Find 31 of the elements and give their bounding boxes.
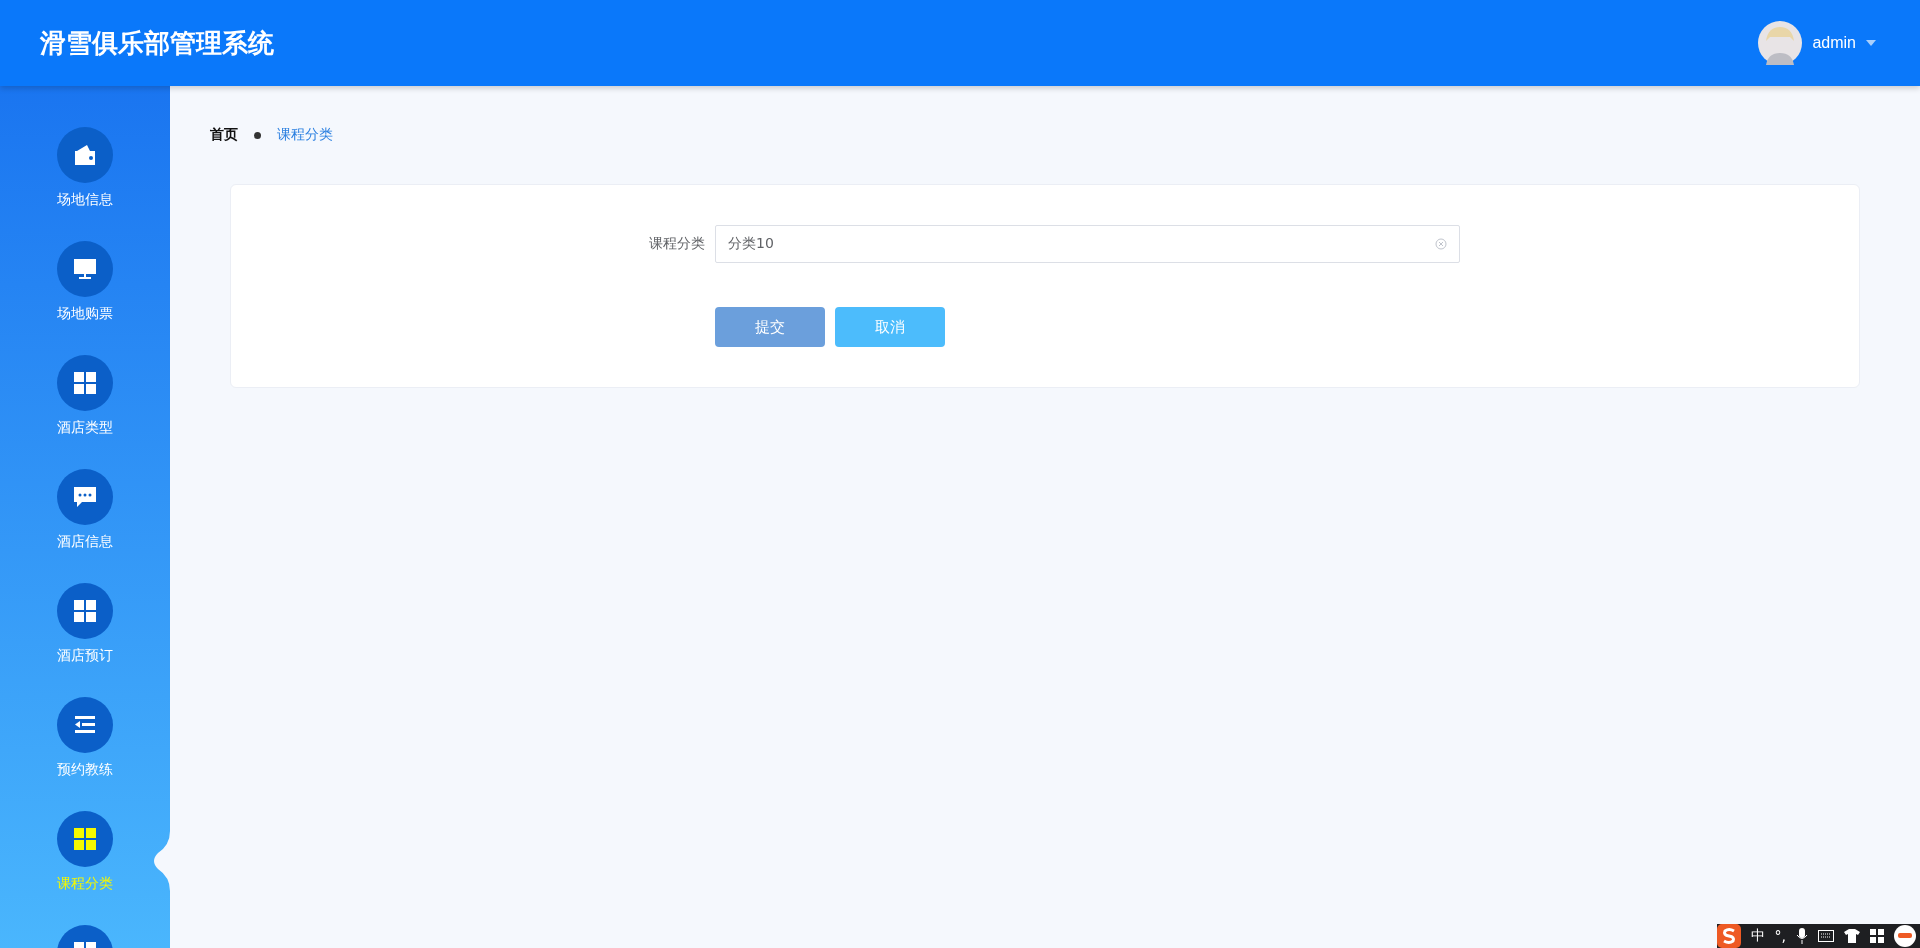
breadcrumb-link[interactable]: 课程分类: [277, 126, 333, 144]
sidebar-item[interactable]: 场地信息: [0, 127, 170, 241]
submit-button[interactable]: 提交: [715, 307, 825, 347]
sidebar-item[interactable]: 预约教练: [0, 697, 170, 811]
caret-icon[interactable]: [1866, 40, 1876, 46]
keyboard-icon[interactable]: [1818, 930, 1834, 942]
grid-icon: [72, 598, 98, 624]
sidebar-item[interactable]: 酒店信息: [0, 469, 170, 583]
app-title: 滑雪俱乐部管理系统: [40, 26, 274, 60]
grid-icon[interactable]: [1870, 929, 1884, 943]
breadcrumb-link[interactable]: 首页: [210, 126, 238, 144]
shirt-icon[interactable]: [1844, 929, 1860, 943]
field-label: 课程分类: [648, 235, 706, 253]
microphone-icon[interactable]: [1796, 928, 1808, 944]
cancel-button[interactable]: 取消: [835, 307, 945, 347]
wallet-icon: [72, 142, 98, 168]
separator-dot-icon: [254, 131, 261, 139]
grid-icon: [72, 370, 98, 396]
sidebar-item[interactable]: 场地购票: [0, 241, 170, 355]
grid-icon: [72, 826, 98, 852]
avatar-icon[interactable]: [1758, 21, 1803, 65]
sidebar-item[interactable]: 酒店预订: [0, 583, 170, 697]
sidebar-item[interactable]: 酒店类型: [0, 355, 170, 469]
chat-icon: [72, 484, 98, 510]
input-field[interactable]: 分类10: [715, 225, 1460, 263]
ime-mode[interactable]: 中: [1750, 927, 1765, 945]
monitor-icon: [72, 256, 98, 282]
ime-logo-icon[interactable]: [1716, 924, 1741, 948]
ime-punctuation[interactable]: °,: [1774, 928, 1786, 944]
user-name[interactable]: admin: [1812, 34, 1856, 52]
sidebar-item[interactable]: 课程分类: [0, 811, 170, 925]
